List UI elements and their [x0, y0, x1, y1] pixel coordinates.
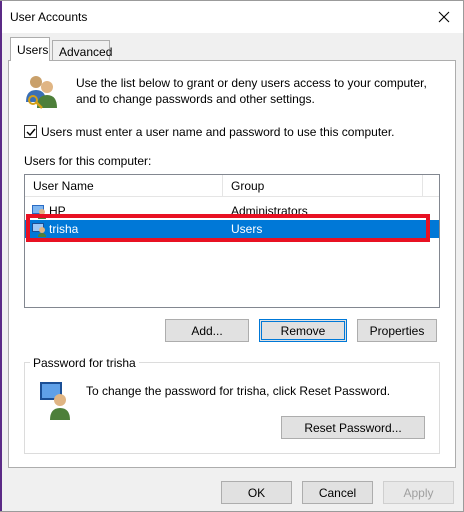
listview-header: User Name Group [25, 175, 439, 197]
password-groupbox [24, 362, 440, 454]
users-listview[interactable]: User Name Group HP Administrators trisha… [24, 174, 440, 308]
intro-text: Use the list below to grant or deny user… [76, 76, 427, 106]
password-instructions: To change the password for trisha, click… [86, 384, 391, 398]
apply-button[interactable]: Apply [383, 481, 454, 504]
column-header-user-name[interactable]: User Name [25, 175, 223, 197]
user-icon [32, 205, 46, 219]
close-icon [438, 11, 450, 23]
remove-button[interactable]: Remove [259, 319, 347, 342]
user-icon [32, 223, 46, 237]
users-icon [26, 76, 57, 109]
user-group-cell: Administrators [231, 204, 308, 218]
user-row-trisha[interactable]: trisha Users [25, 220, 439, 238]
users-list-label: Users for this computer: [24, 154, 152, 168]
must-login-checkbox[interactable] [24, 125, 37, 138]
properties-button[interactable]: Properties [357, 319, 437, 342]
password-groupbox-title: Password for trisha [30, 356, 139, 370]
user-name-cell: trisha [49, 222, 79, 236]
user-name-cell: HP [49, 204, 66, 218]
close-button[interactable] [431, 5, 457, 29]
cancel-button[interactable]: Cancel [302, 481, 373, 504]
user-group-cell: Users [231, 222, 263, 236]
user-row-hp[interactable]: HP Administrators [25, 202, 439, 220]
add-button[interactable]: Add... [165, 319, 249, 342]
tab-users[interactable]: Users [10, 37, 50, 61]
reset-password-button[interactable]: Reset Password... [281, 416, 425, 439]
window-title: User Accounts [10, 10, 88, 24]
column-header-group[interactable]: Group [223, 175, 423, 197]
ok-button[interactable]: OK [221, 481, 292, 504]
tab-advanced[interactable]: Advanced [52, 40, 112, 62]
must-login-label: Users must enter a user name and passwor… [41, 125, 395, 139]
password-user-icon [40, 382, 70, 420]
title-bar: User Accounts [2, 1, 463, 33]
checkmark-icon [26, 128, 36, 136]
